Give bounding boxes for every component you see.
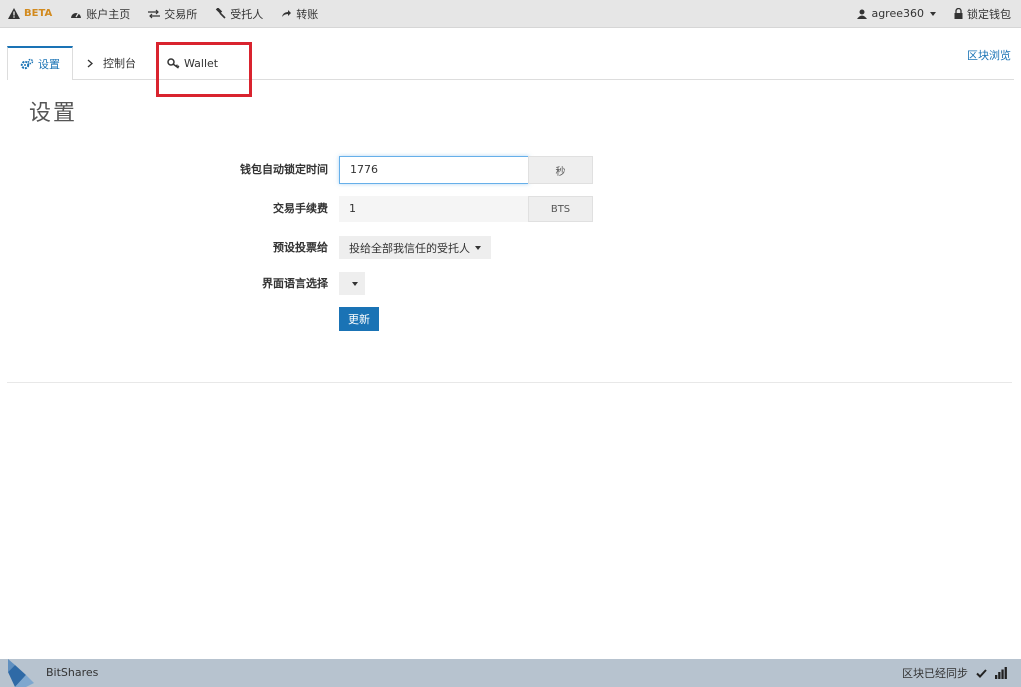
dashboard-icon — [71, 12, 82, 18]
chevron-down-icon — [351, 281, 358, 286]
signal-bars-icon[interactable] — [995, 667, 1007, 679]
fee-unit: BTS — [528, 196, 593, 222]
language-label: 界面语言选择 — [262, 277, 328, 290]
nav-exchange-label: 交易所 — [164, 7, 198, 21]
status-footer: BitShares 区块已经同步 — [0, 659, 1021, 687]
nav-delegates-label: 受托人 — [230, 7, 264, 21]
vote-select[interactable]: 投给全部我信任的受托人 — [339, 236, 491, 259]
vote-label: 预设投票给 — [273, 241, 328, 254]
lock-icon — [954, 8, 963, 19]
account-name: agree360 — [871, 7, 924, 20]
nav-account-home[interactable]: 账户主页 — [61, 0, 139, 27]
gavel-icon — [216, 8, 226, 19]
block-explorer-link[interactable]: 区块浏览 — [967, 47, 1011, 63]
lock-wallet-button[interactable]: 锁定钱包 — [945, 0, 1011, 27]
tab-settings[interactable]: 设置 — [7, 46, 73, 80]
nav-exchange[interactable]: 交易所 — [139, 0, 206, 27]
wallet-tab-highlight — [156, 42, 252, 97]
checkmark-icon — [976, 668, 987, 678]
sync-status: 区块已经同步 — [902, 659, 1007, 687]
tab-console[interactable]: 控制台 — [87, 46, 136, 80]
top-navigation-bar: BETA 账户主页 交易所 受托人 转账 agree360 锁定钱包 — [0, 0, 1021, 28]
bitshares-logo-icon — [8, 659, 34, 687]
autolock-input[interactable]: 1776 — [339, 156, 529, 184]
lock-wallet-label: 锁定钱包 — [967, 7, 1011, 21]
chevron-down-icon — [930, 11, 936, 16]
fee-row: 交易手续费 1 BTS — [0, 196, 1021, 224]
page-title: 设置 — [29, 101, 78, 126]
account-dropdown[interactable]: agree360 — [848, 0, 945, 27]
nav-transfer-label: 转账 — [296, 7, 319, 21]
chevron-right-icon — [87, 59, 93, 67]
brand-name: BitShares — [46, 666, 99, 679]
fee-input[interactable]: 1 — [339, 196, 529, 222]
exchange-icon — [148, 9, 161, 18]
fee-label: 交易手续费 — [273, 202, 328, 215]
nav-account-home-label: 账户主页 — [86, 7, 131, 21]
gears-icon — [20, 58, 34, 70]
nav-transfer[interactable]: 转账 — [272, 0, 327, 27]
language-row: 界面语言选择 — [0, 272, 1021, 300]
autolock-row: 钱包自动锁定时间 1776 秒 — [0, 156, 1021, 184]
user-icon — [857, 9, 868, 19]
autolock-unit: 秒 — [528, 156, 593, 184]
tab-settings-label: 设置 — [38, 58, 60, 71]
autolock-label: 钱包自动锁定时间 — [240, 163, 328, 176]
chevron-down-icon — [475, 245, 481, 250]
update-button[interactable]: 更新 — [339, 307, 379, 331]
beta-badge[interactable]: BETA — [0, 0, 61, 27]
nav-delegates[interactable]: 受托人 — [206, 0, 272, 27]
sync-status-label: 区块已经同步 — [902, 667, 968, 680]
vote-select-value: 投给全部我信任的受托人 — [349, 241, 470, 255]
beta-label: BETA — [24, 8, 53, 19]
language-select[interactable] — [339, 272, 365, 295]
transfer-icon — [282, 9, 292, 17]
tab-console-label: 控制台 — [103, 57, 136, 70]
content-divider — [7, 382, 1012, 383]
vote-row: 预设投票给 投给全部我信任的受托人 — [0, 236, 1021, 264]
warning-icon — [8, 8, 20, 19]
